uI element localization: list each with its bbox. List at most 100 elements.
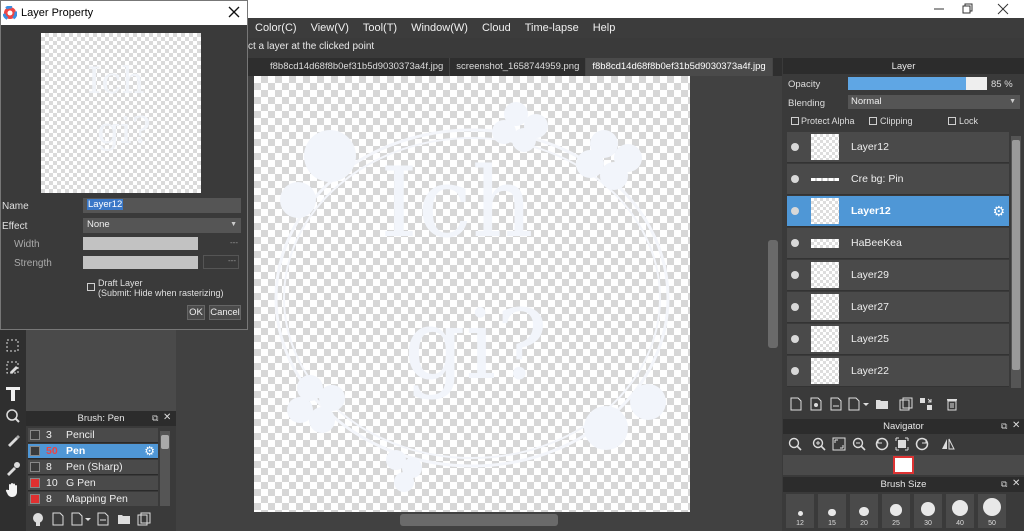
- navigator-viewport[interactable]: [893, 456, 914, 474]
- panel-popout-icon[interactable]: ⧉: [1001, 421, 1007, 432]
- panel-close-icon[interactable]: ✕: [1012, 478, 1020, 489]
- brush-size-option[interactable]: 30: [914, 494, 942, 528]
- visibility-icon[interactable]: [791, 271, 799, 279]
- canvas-horizontal-scrollbar[interactable]: [400, 514, 558, 526]
- duplicate-layer-icon[interactable]: [897, 395, 915, 413]
- dialog-close-icon[interactable]: [225, 3, 243, 21]
- brush-name: Mapping Pen: [66, 493, 128, 505]
- brush-size-option[interactable]: 12: [786, 494, 814, 528]
- new-8bit-layer-icon[interactable]: [827, 395, 845, 413]
- flip-horizontal-icon[interactable]: [939, 435, 957, 453]
- layer-folder-icon[interactable]: [873, 395, 891, 413]
- select-eraser-icon[interactable]: [2, 357, 24, 379]
- visibility-icon[interactable]: [791, 303, 799, 311]
- tab-document-3[interactable]: f8b8cd14d68f8b0ef31b5d9030373a4f.jpg: [586, 58, 773, 76]
- layer-row[interactable]: HaBeeKea: [787, 228, 1009, 259]
- blending-dropdown[interactable]: Normal ▼: [848, 95, 1020, 109]
- drawing-canvas[interactable]: Ich gi?: [254, 76, 690, 512]
- menu-time-lapse[interactable]: Time-lapse: [518, 22, 586, 34]
- brush-item[interactable]: 8 Mapping Pen: [28, 492, 158, 507]
- visibility-icon[interactable]: [791, 143, 799, 151]
- menu-color[interactable]: Color(C): [248, 22, 304, 34]
- menu-cloud[interactable]: Cloud: [475, 22, 518, 34]
- delete-layer-icon[interactable]: [943, 395, 961, 413]
- width-slider[interactable]: [83, 237, 198, 250]
- zoom-icon[interactable]: [786, 435, 804, 453]
- layer-row[interactable]: Layer22: [787, 356, 1009, 387]
- strength-slider[interactable]: [83, 256, 198, 269]
- draft-layer-checkbox[interactable]: [87, 283, 95, 291]
- layer-row[interactable]: Layer29: [787, 260, 1009, 291]
- panel-popout-icon[interactable]: ⧉: [152, 413, 158, 424]
- cancel-button[interactable]: Cancel: [209, 305, 241, 320]
- brush-tool-icon[interactable]: [2, 429, 24, 451]
- opacity-slider[interactable]: [848, 77, 987, 90]
- panel-popout-icon[interactable]: ⧉: [1001, 479, 1007, 490]
- add-layer-menu-icon[interactable]: [847, 395, 871, 413]
- strength-value[interactable]: ---: [203, 255, 239, 269]
- lasso-select-icon[interactable]: [2, 335, 24, 357]
- zoom-out-icon[interactable]: [850, 435, 868, 453]
- brush-item[interactable]: 8 Pen (Sharp): [28, 460, 158, 475]
- merge-down-icon[interactable]: [917, 395, 935, 413]
- panel-close-icon[interactable]: ✕: [1012, 420, 1020, 431]
- visibility-icon[interactable]: [791, 207, 799, 215]
- brush-item[interactable]: 50 Pen ⚙: [28, 444, 158, 459]
- visibility-icon[interactable]: [791, 367, 799, 375]
- brush-size-option[interactable]: 20: [850, 494, 878, 528]
- new-halftone-layer-icon[interactable]: [807, 395, 825, 413]
- brush-shape-icon[interactable]: [30, 511, 46, 527]
- dialog-title-bar[interactable]: Layer Property: [1, 1, 247, 25]
- copy-brush-icon[interactable]: [96, 511, 112, 527]
- protect-alpha-checkbox[interactable]: [791, 117, 799, 125]
- hand-tool-icon[interactable]: [2, 479, 24, 501]
- visibility-icon[interactable]: [791, 175, 799, 183]
- lock-checkbox[interactable]: [948, 117, 956, 125]
- visibility-icon[interactable]: [791, 239, 799, 247]
- tab-document-2[interactable]: screenshot_1658744959.png: [450, 58, 587, 76]
- clipping-checkbox[interactable]: [869, 117, 877, 125]
- duplicate-icon[interactable]: [136, 511, 152, 527]
- rotate-left-icon[interactable]: [873, 435, 891, 453]
- visibility-icon[interactable]: [791, 335, 799, 343]
- layer-row[interactable]: Layer12 ⚙: [787, 196, 1009, 227]
- brush-list-scrollbar[interactable]: [160, 431, 170, 507]
- menu-help[interactable]: Help: [586, 22, 623, 34]
- layer-row[interactable]: Cre bg: Pin: [787, 164, 1009, 195]
- brush-size-option[interactable]: 15: [818, 494, 846, 528]
- gear-icon[interactable]: ⚙: [992, 203, 1005, 220]
- new-brush-icon[interactable]: [50, 511, 66, 527]
- fit-view-icon[interactable]: [830, 435, 848, 453]
- layer-row[interactable]: Layer25: [787, 324, 1009, 355]
- brush-size-option[interactable]: 50: [978, 494, 1006, 528]
- tab-document-1[interactable]: f8b8cd14d68f8b0ef31b5d9030373a4f.jpg: [248, 58, 451, 76]
- restore-icon[interactable]: [950, 0, 984, 18]
- effect-dropdown[interactable]: None ▼: [83, 218, 241, 233]
- menu-window[interactable]: Window(W): [404, 22, 475, 34]
- layer-row[interactable]: Layer27: [787, 292, 1009, 323]
- layer-row[interactable]: Layer12: [787, 132, 1009, 163]
- window-close-icon[interactable]: [986, 0, 1020, 18]
- rotate-right-icon[interactable]: [913, 435, 931, 453]
- add-brush-menu-icon[interactable]: [70, 511, 92, 527]
- menu-tool[interactable]: Tool(T): [356, 22, 404, 34]
- fit-screen-icon[interactable]: [893, 435, 911, 453]
- folder-icon[interactable]: [116, 511, 132, 527]
- gear-icon[interactable]: ⚙: [144, 444, 155, 458]
- brush-size-option[interactable]: 40: [946, 494, 974, 528]
- brush-item[interactable]: 3 Pencil: [28, 428, 158, 443]
- eyedropper-icon[interactable]: [2, 457, 24, 479]
- brush-item[interactable]: 10 G Pen: [28, 476, 158, 491]
- canvas-vertical-scrollbar[interactable]: [768, 240, 778, 348]
- name-field[interactable]: Layer12: [83, 198, 241, 213]
- menu-view[interactable]: View(V): [304, 22, 356, 34]
- panel-close-icon[interactable]: ✕: [163, 412, 171, 423]
- zoom-in-icon[interactable]: [810, 435, 828, 453]
- brush-size-option[interactable]: 25: [882, 494, 910, 528]
- layer-list-scrollbar[interactable]: [1011, 136, 1021, 388]
- text-tool-icon[interactable]: [2, 383, 24, 405]
- new-layer-icon[interactable]: [787, 395, 805, 413]
- navigator-preview[interactable]: [783, 455, 1024, 475]
- ok-button[interactable]: OK: [187, 305, 205, 320]
- fill-tool-icon[interactable]: [2, 405, 24, 427]
